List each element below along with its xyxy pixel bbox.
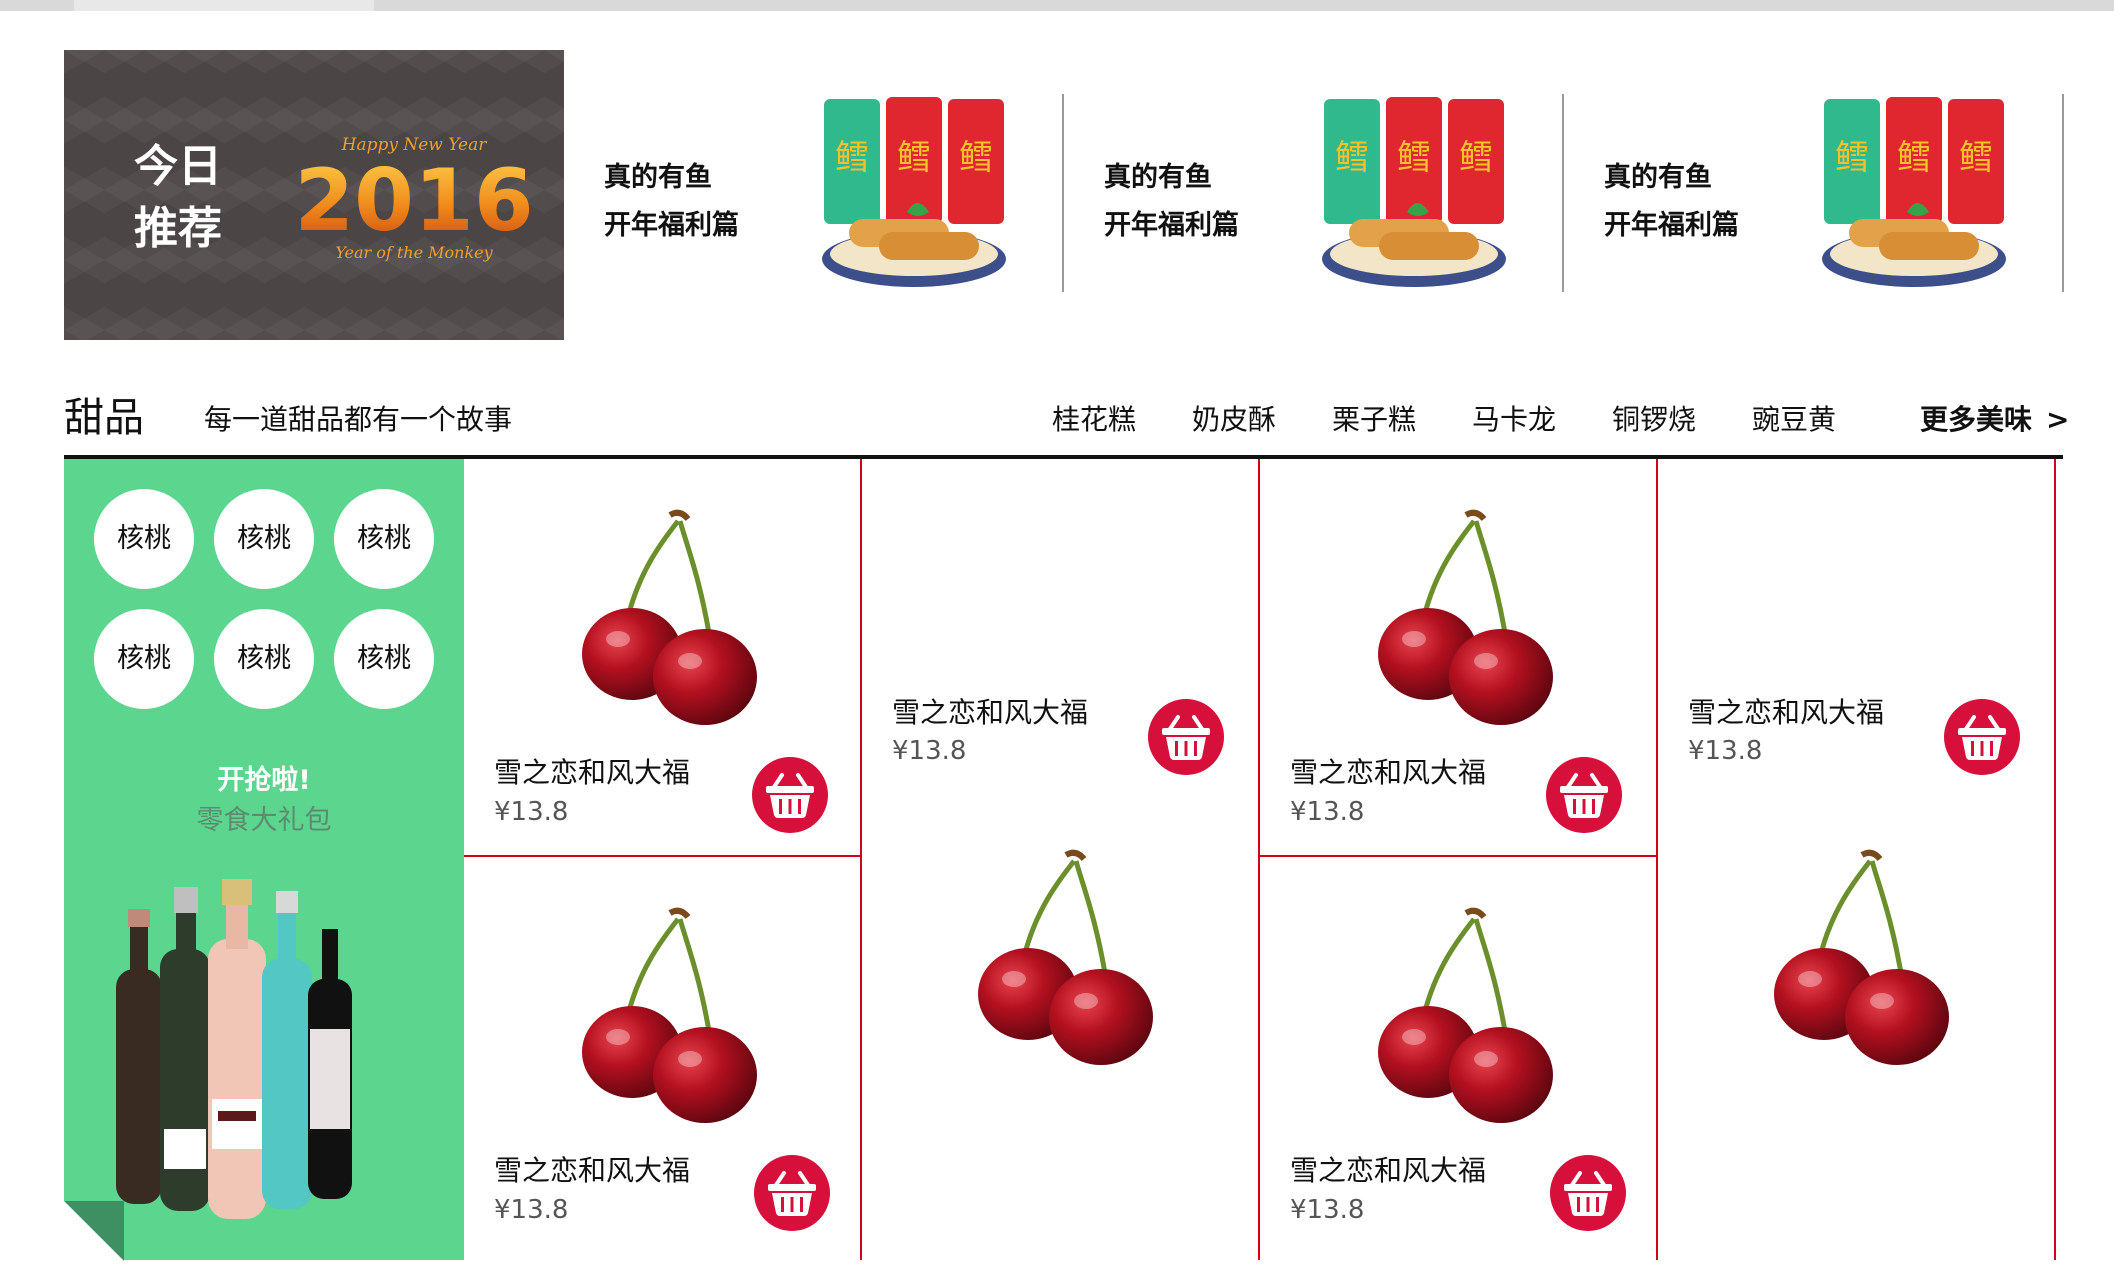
rec-line2: 开年福利篇 (604, 210, 739, 241)
basket-icon[interactable] (1944, 699, 2020, 775)
product-price: ¥13.8 (494, 797, 569, 827)
rec-item[interactable]: 真的有鱼 开年福利篇 (1604, 94, 2104, 294)
basket-icon[interactable] (1546, 757, 1622, 833)
more-label: 更多美味 (1920, 403, 2033, 436)
tag-walnut[interactable]: 核桃 (214, 609, 314, 709)
product-card[interactable]: 雪之恋和风大福 ¥13.8 (1260, 857, 1656, 1253)
fish-sausage-image (1319, 94, 1509, 294)
product-price: ¥13.8 (494, 1195, 569, 1225)
section-subtitle: 每一道甜品都有一个故事 (204, 403, 513, 436)
basket-icon[interactable] (754, 1155, 830, 1231)
tab-guihuagao[interactable]: 桂花糕 (1052, 400, 1136, 440)
rec-item[interactable]: 真的有鱼 开年福利篇 (604, 94, 1104, 294)
promo-title: 开抢啦! (217, 765, 311, 796)
year-tagline: Year of the Monkey (335, 243, 493, 262)
product-name: 雪之恋和风大福 (494, 1154, 691, 1187)
promo-panel: 核桃 核桃 核桃 核桃 核桃 核桃 开抢啦! 零食大礼包 (64, 459, 464, 1261)
tab-tongluoshao[interactable]: 铜锣烧 (1612, 400, 1696, 440)
rec-divider (2062, 94, 2064, 292)
product-name: 雪之恋和风大福 (1290, 1154, 1487, 1187)
product-name: 雪之恋和风大福 (892, 696, 1089, 729)
grid-line (2054, 459, 2056, 1260)
rec-line1: 真的有鱼 (604, 162, 712, 193)
rec-line2: 开年福利篇 (1604, 210, 1739, 241)
product-card[interactable]: 雪之恋和风大福 ¥13.8 (464, 459, 860, 855)
top-strip (0, 0, 2114, 11)
fish-sausage-image (819, 94, 1009, 294)
tab-wandouhuang[interactable]: 豌豆黄 (1752, 400, 1836, 440)
new-year-2016-art: Happy New Year 2016 Year of the Monkey (294, 135, 533, 262)
fish-sausage-image (1819, 94, 2009, 294)
product-price: ¥13.8 (1290, 1195, 1365, 1225)
cherry-image (560, 499, 790, 729)
product-card[interactable]: 雪之恋和风大福 ¥13.8 (862, 459, 1258, 1260)
cherry-image (1752, 839, 1982, 1069)
rec-line1: 真的有鱼 (1104, 162, 1212, 193)
top-tab (74, 0, 374, 11)
today-label-line2: 推荐 (134, 203, 222, 254)
tag-walnut[interactable]: 核桃 (94, 609, 194, 709)
product-card[interactable]: 雪之恋和风大福 ¥13.8 (1260, 459, 1656, 855)
cherry-image (956, 839, 1186, 1069)
basket-icon[interactable] (1148, 699, 1224, 775)
product-price: ¥13.8 (892, 736, 967, 766)
tag-walnut[interactable]: 核桃 (334, 489, 434, 589)
tab-naipisu[interactable]: 奶皮酥 (1192, 400, 1276, 440)
product-card[interactable]: 雪之恋和风大福 ¥13.8 (464, 857, 860, 1253)
rec-item[interactable]: 真的有鱼 开年福利篇 (1104, 94, 1604, 294)
rec-divider (1062, 94, 1064, 292)
today-label: 今日 推荐 (134, 136, 244, 260)
product-name: 雪之恋和风大福 (1688, 696, 1885, 729)
rec-text: 真的有鱼 开年福利篇 (604, 154, 739, 250)
rec-line1: 真的有鱼 (1604, 162, 1712, 193)
today-banner[interactable]: 今日 推荐 Happy New Year 2016 Year of the Mo… (64, 50, 564, 340)
rec-divider (1562, 94, 1564, 292)
product-price: ¥13.8 (1688, 736, 1763, 766)
wine-bottles-image[interactable] (94, 879, 434, 1219)
section-title: 甜品 (64, 395, 144, 441)
tab-makalong[interactable]: 马卡龙 (1472, 400, 1556, 440)
tag-walnut[interactable]: 核桃 (214, 489, 314, 589)
tag-walnut[interactable]: 核桃 (94, 489, 194, 589)
year-number: 2016 (294, 151, 533, 251)
cherry-image (1356, 499, 1586, 729)
corner-fold (64, 1201, 124, 1261)
chevron-right-icon: > (2046, 403, 2070, 436)
basket-icon[interactable] (752, 757, 828, 833)
product-price: ¥13.8 (1290, 797, 1365, 827)
product-name: 雪之恋和风大福 (494, 756, 691, 789)
product-card[interactable]: 雪之恋和风大福 ¥13.8 (1658, 459, 2054, 1260)
today-label-line1: 今日 (134, 141, 222, 192)
cherry-image (560, 897, 790, 1127)
basket-icon[interactable] (1550, 1155, 1626, 1231)
rec-line2: 开年福利篇 (1104, 210, 1239, 241)
rec-text: 真的有鱼 开年福利篇 (1104, 154, 1239, 250)
rec-text: 真的有鱼 开年福利篇 (1604, 154, 1739, 250)
tag-walnut[interactable]: 核桃 (334, 609, 434, 709)
cherry-image (1356, 897, 1586, 1127)
tab-lizigao[interactable]: 栗子糕 (1332, 400, 1416, 440)
product-name: 雪之恋和风大福 (1290, 756, 1487, 789)
promo-subtitle: 零食大礼包 (196, 805, 332, 836)
more-link[interactable]: 更多美味 > (1920, 400, 2069, 440)
